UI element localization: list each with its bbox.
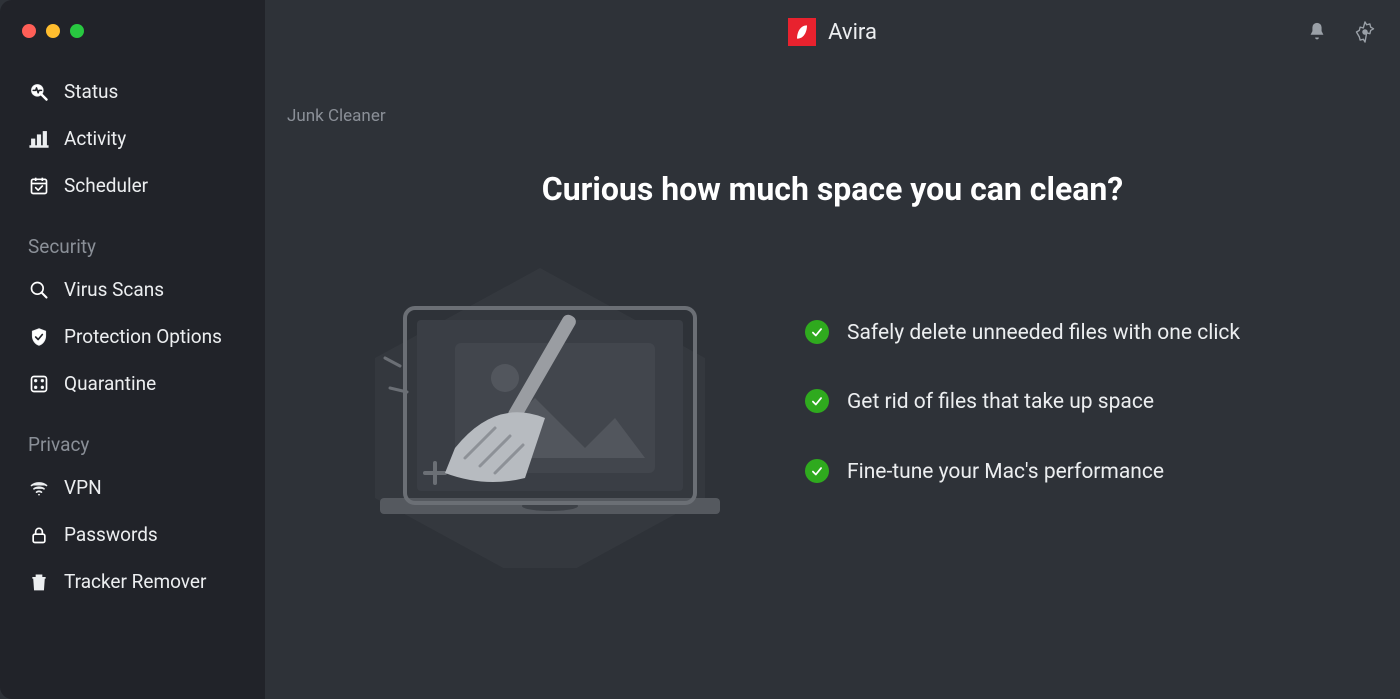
avira-logo-icon xyxy=(788,18,816,46)
sidebar-item-label: Protection Options xyxy=(64,325,222,348)
sidebar-section-security: Security xyxy=(0,209,265,266)
benefit-item: Get rid of files that take up space xyxy=(805,387,1370,419)
sidebar-item-passwords[interactable]: Passwords xyxy=(0,511,265,558)
topbar: Avira xyxy=(265,0,1400,64)
magnifier-pulse-icon xyxy=(28,81,50,103)
benefit-text: Safely delete unneeded files with one cl… xyxy=(847,318,1240,350)
bar-chart-icon xyxy=(28,128,50,150)
benefit-text: Fine-tune your Mac's performance xyxy=(847,457,1164,489)
notifications-icon[interactable] xyxy=(1306,21,1328,43)
benefit-item: Safely delete unneeded files with one cl… xyxy=(805,318,1370,350)
sidebar-item-label: Activity xyxy=(64,127,126,150)
sidebar-item-label: Status xyxy=(64,80,118,103)
sidebar-item-label: VPN xyxy=(64,476,102,499)
check-icon xyxy=(805,320,829,344)
brand-name: Avira xyxy=(828,20,877,45)
calendar-check-icon xyxy=(28,175,50,197)
sidebar-item-protection-options[interactable]: Protection Options xyxy=(0,313,265,360)
benefit-text: Get rid of files that take up space xyxy=(847,387,1154,419)
sidebar-item-vpn[interactable]: VPN xyxy=(0,464,265,511)
sidebar: Status Activity Scheduler Security Virus… xyxy=(0,0,265,699)
breadcrumb: Junk Cleaner xyxy=(265,64,1400,126)
sidebar-item-label: Tracker Remover xyxy=(64,570,206,593)
sidebar-item-scheduler[interactable]: Scheduler xyxy=(0,162,265,209)
sidebar-item-virus-scans[interactable]: Virus Scans xyxy=(0,266,265,313)
lock-icon xyxy=(28,524,50,546)
junk-cleaner-illustration xyxy=(295,248,785,568)
sidebar-item-label: Quarantine xyxy=(64,372,156,395)
close-window-button[interactable] xyxy=(22,24,36,38)
sidebar-item-label: Virus Scans xyxy=(64,278,164,301)
magnifier-icon xyxy=(28,279,50,301)
quarantine-icon xyxy=(28,373,50,395)
benefits-list: Safely delete unneeded files with one cl… xyxy=(795,318,1370,489)
sidebar-item-quarantine[interactable]: Quarantine xyxy=(0,360,265,407)
benefit-item: Fine-tune your Mac's performance xyxy=(805,457,1370,489)
window-controls xyxy=(0,16,265,68)
sidebar-item-status[interactable]: Status xyxy=(0,68,265,115)
sidebar-item-tracker-remover[interactable]: Tracker Remover xyxy=(0,558,265,605)
trash-icon xyxy=(28,571,50,593)
sidebar-item-label: Scheduler xyxy=(64,174,148,197)
check-icon xyxy=(805,459,829,483)
wifi-icon xyxy=(28,477,50,499)
settings-gear-icon[interactable] xyxy=(1354,21,1376,43)
minimize-window-button[interactable] xyxy=(46,24,60,38)
sidebar-item-activity[interactable]: Activity xyxy=(0,115,265,162)
sidebar-section-privacy: Privacy xyxy=(0,407,265,464)
main-content: Avira Junk Cleaner Curious how much spac… xyxy=(265,0,1400,699)
brand: Avira xyxy=(788,18,877,46)
zoom-window-button[interactable] xyxy=(70,24,84,38)
shield-icon xyxy=(28,326,50,348)
page-headline: Curious how much space you can clean? xyxy=(265,170,1400,208)
sidebar-item-label: Passwords xyxy=(64,523,158,546)
check-icon xyxy=(805,389,829,413)
